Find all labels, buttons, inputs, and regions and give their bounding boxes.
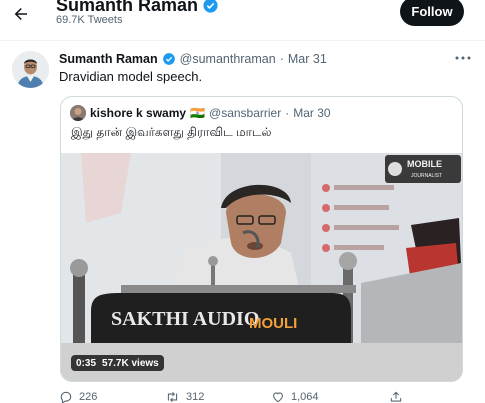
like-button[interactable]: 1,064: [271, 390, 319, 403]
retweet-button[interactable]: 312: [165, 390, 204, 403]
podium-sign-subtext: MOULI: [249, 315, 297, 332]
quoted-tweet[interactable]: kishore k swamy 🇮🇳 @sansbarrier · Mar 30…: [60, 96, 463, 382]
tweet-text: Dravidian model speech.: [59, 69, 203, 84]
author-handle[interactable]: @sumanthraman: [180, 52, 276, 66]
quote-separator: ·: [285, 106, 290, 120]
tweet-count: 69.7K Tweets: [56, 14, 123, 26]
video-player[interactable]: SAKTHI AUDIO MOULI MOBILE JOURNALIST 0:3…: [61, 153, 462, 381]
back-arrow-icon[interactable]: [9, 2, 33, 26]
author-name[interactable]: Sumanth Raman: [59, 52, 158, 66]
quote-avatar: [70, 105, 86, 121]
podium-sign-text: SAKTHI AUDIO: [111, 308, 259, 330]
follow-button[interactable]: Follow: [400, 0, 464, 26]
quote-date: Mar 30: [293, 106, 331, 120]
share-button[interactable]: [389, 390, 403, 403]
watermark-text: MOBILE: [407, 159, 442, 169]
avatar[interactable]: [12, 51, 49, 88]
meta-separator: ·: [279, 52, 284, 66]
heart-icon: [273, 392, 283, 403]
profile-header: Sumanth Raman 69.7K Tweets Follow: [0, 0, 485, 40]
like-count: 1,064: [291, 391, 319, 403]
quote-text: இது தான் இவர்களது திராவிட மாடல்: [71, 125, 272, 139]
reply-button[interactable]: 226: [59, 390, 97, 403]
reply-icon: [60, 391, 72, 403]
video-info-badge: 0:35 57.7K views: [71, 355, 164, 371]
retweet-count: 312: [186, 391, 205, 403]
header-divider: [0, 40, 485, 41]
quote-handle: @sansbarrier: [209, 106, 282, 120]
video-frame: SAKTHI AUDIO MOULI MOBILE JOURNALIST: [61, 153, 462, 381]
tweet-date[interactable]: Mar 31: [288, 52, 327, 66]
video-views: 57.7K views: [102, 357, 159, 369]
verified-badge-icon: [162, 53, 175, 65]
reply-count: 226: [79, 391, 98, 403]
tweet-meta: Sumanth Raman @sumanthraman · Mar 31: [59, 52, 327, 66]
watermark-subtext: JOURNALIST: [411, 173, 442, 179]
share-icon: [390, 391, 402, 402]
india-flag-icon: 🇮🇳: [190, 106, 206, 120]
quote-meta: kishore k swamy 🇮🇳 @sansbarrier · Mar 30: [70, 105, 331, 121]
tweet-actions: 226 312 1,064: [59, 390, 459, 403]
video-duration: 0:35: [76, 357, 97, 369]
quote-author-name: kishore k swamy: [90, 106, 187, 120]
retweet-icon: [167, 391, 178, 403]
more-dots-icon[interactable]: [452, 50, 474, 66]
verified-badge-icon: [203, 0, 218, 13]
